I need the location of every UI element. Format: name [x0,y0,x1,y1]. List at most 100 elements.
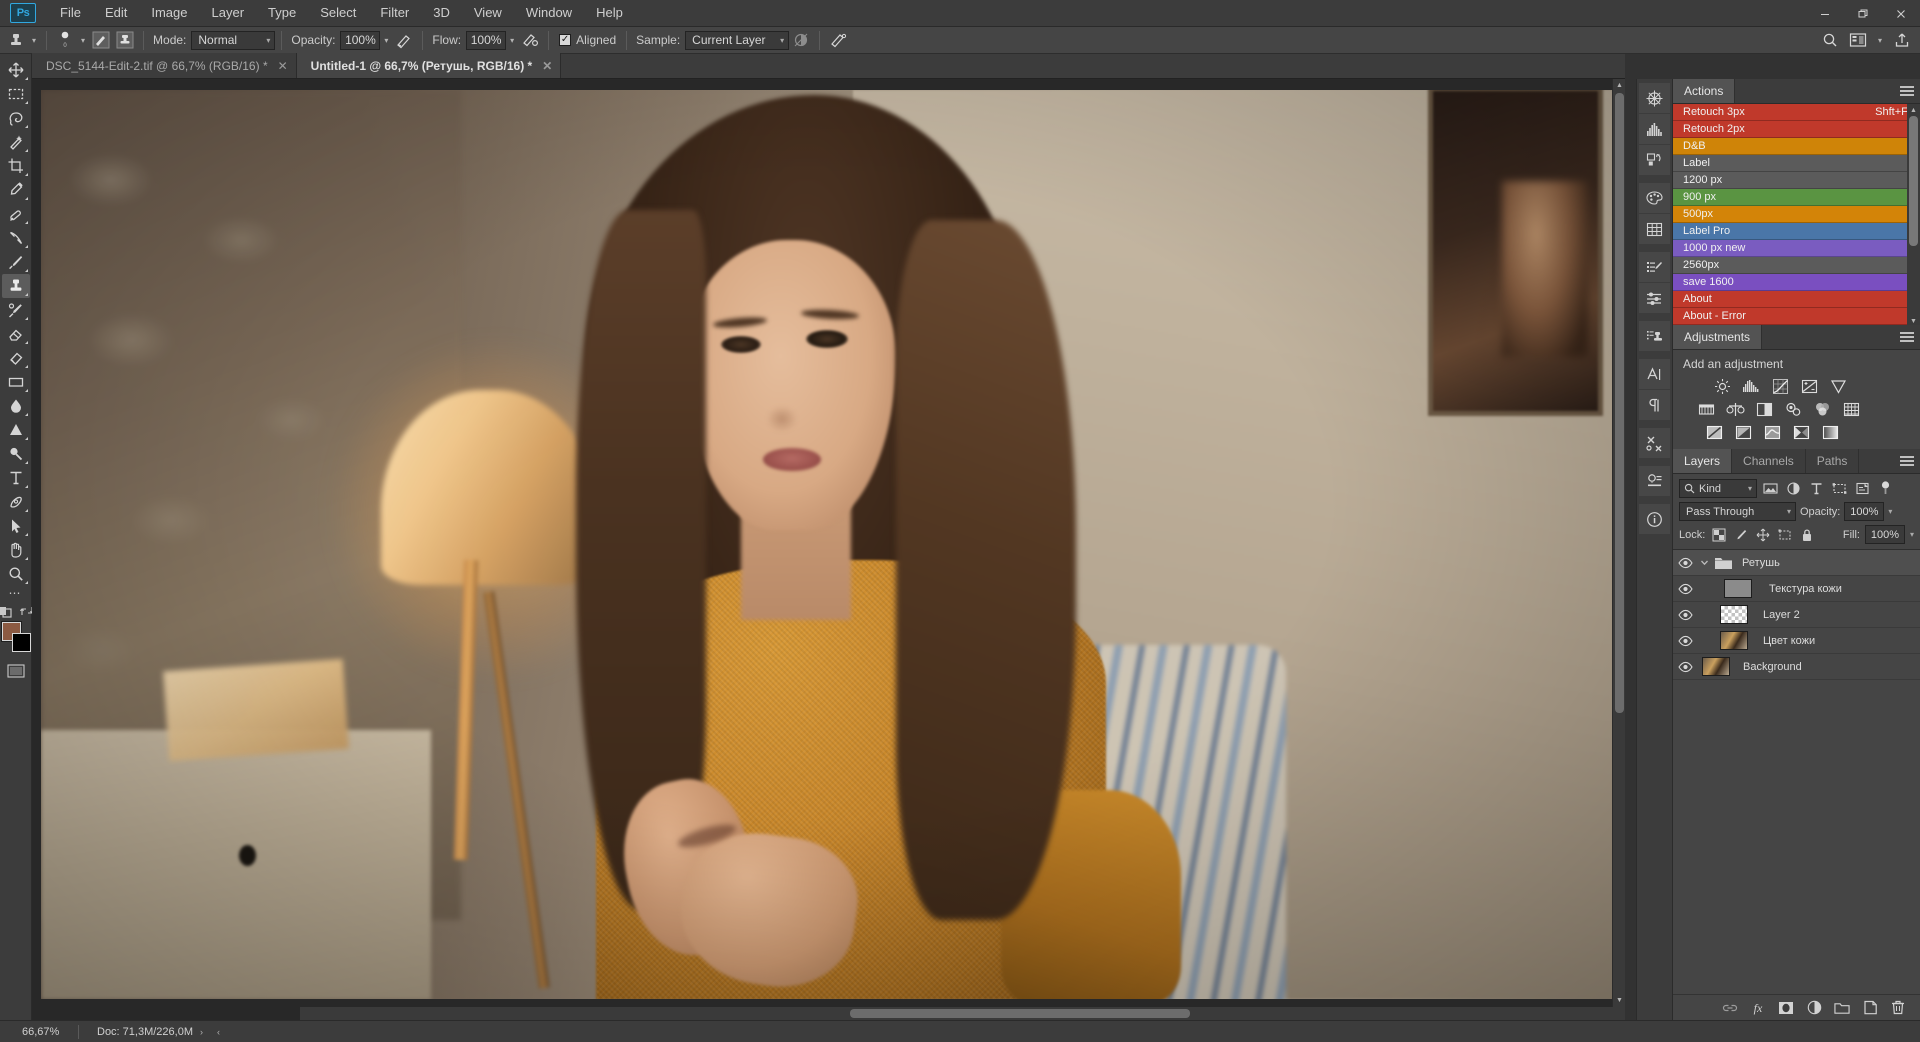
lock-all-icon[interactable] [1798,526,1815,543]
3d-panel-icon[interactable] [1639,83,1670,113]
color-lookup-icon[interactable] [1842,400,1861,418]
layer-fill-input[interactable]: 100% [1864,525,1905,544]
menu-edit[interactable]: Edit [93,1,139,25]
brush-panel-toggle-icon[interactable] [89,29,113,51]
layer-name[interactable]: Текстура кожи [1755,583,1842,595]
tool-history-brush[interactable] [2,298,30,322]
properties-icon[interactable] [1639,466,1670,496]
tool-spot-healing-brush[interactable] [2,202,30,226]
layer-row[interactable]: Ретушь [1673,550,1920,576]
menu-layer[interactable]: Layer [200,1,257,25]
filter-shape-icon[interactable] [1830,479,1849,498]
clone-source-panel-icon[interactable] [113,29,137,51]
aligned-checkbox[interactable]: ✓ [559,34,572,46]
tool-eraser[interactable] [2,322,30,346]
active-tool-icon[interactable] [4,29,28,51]
panel-menu-icon[interactable] [1900,330,1914,344]
canvas-area[interactable]: ▲ ▼ [32,79,1625,1020]
filter-power-icon[interactable] [1876,479,1895,498]
invert-icon[interactable] [1705,423,1724,441]
tab-channels[interactable]: Channels [1732,449,1806,473]
add-layer-style-icon[interactable]: fx [1750,1000,1766,1016]
menu-select[interactable]: Select [308,1,368,25]
tool-brush[interactable] [2,226,30,250]
menu-file[interactable]: File [48,1,93,25]
close-icon[interactable]: ✕ [542,59,552,73]
group-expand-toggle[interactable] [1697,558,1711,567]
tool-rectangle-shape[interactable] [2,370,30,394]
actions-scroll-thumb[interactable] [1909,116,1918,246]
tool-dodge[interactable] [2,418,30,442]
menu-3d[interactable]: 3D [421,1,462,25]
selective-color-icon[interactable] [1792,423,1811,441]
tab-actions[interactable]: Actions [1673,79,1736,103]
tool-zoom[interactable] [2,562,30,586]
workspace-icon[interactable] [1846,29,1870,51]
layer-name[interactable]: Ретушь [1735,557,1780,569]
tool-rectangular-marquee[interactable] [2,82,30,106]
link-layers-icon[interactable] [1722,1000,1738,1016]
delete-layer-icon[interactable] [1890,1000,1906,1016]
scroll-down-icon[interactable]: ▼ [1613,994,1625,1007]
menu-window[interactable]: Window [514,1,584,25]
filter-type-icon[interactable] [1807,479,1826,498]
layer-row[interactable]: Цвет кожи [1673,628,1920,654]
lock-transparent-pixels-icon[interactable] [1710,526,1727,543]
character-icon[interactable] [1639,359,1670,389]
histogram-icon[interactable] [1639,114,1670,144]
background-color-swatch[interactable] [11,633,31,652]
tool-crop[interactable] [2,154,30,178]
filter-smart-object-icon[interactable] [1853,479,1872,498]
photo-filter-icon[interactable] [1784,400,1803,418]
opacity-input[interactable]: 100% [340,30,381,50]
color-balance-icon[interactable] [1726,400,1745,418]
threshold-icon[interactable] [1763,423,1782,441]
layer-visibility-toggle[interactable] [1673,557,1697,569]
document-tab-2[interactable]: Untitled-1 @ 66,7% (Ретушь, RGB/16) * ✕ [296,53,562,78]
scroll-up-icon[interactable]: ▲ [1613,79,1625,92]
status-collapse-icon[interactable]: ‹ [210,1027,227,1037]
action-row[interactable]: Label Pro [1673,223,1920,240]
menu-type[interactable]: Type [256,1,308,25]
lock-position-icon[interactable] [1754,526,1771,543]
flow-input[interactable]: 100% [466,30,507,50]
workspace-chevron-icon[interactable]: ▾ [1874,36,1886,45]
tool-pen[interactable] [2,490,30,514]
sample-select[interactable]: Current Layer ▾ [685,30,790,50]
airbrush-toggle-icon[interactable] [518,29,542,51]
aligned-checkbox-group[interactable]: ✓ Aligned [559,33,616,47]
fill-chevron-icon[interactable]: ▾ [1910,530,1914,539]
document-tab-1[interactable]: DSC_5144-Edit-2.tif @ 66,7% (RGB/16) * ✕ [32,53,297,78]
menu-view[interactable]: View [462,1,514,25]
edit-toolbar-button[interactable]: ⋯ [9,586,23,602]
tool-path-selection[interactable] [2,514,30,538]
tool-eyedropper[interactable] [2,178,30,202]
status-expand-icon[interactable]: › [193,1027,210,1037]
actions-scrollbar[interactable]: ▲ ▼ [1907,104,1920,328]
tool-hand[interactable] [2,538,30,562]
new-group-icon[interactable] [1834,1000,1850,1016]
color-swatches[interactable] [0,621,31,654]
ignore-adjustment-layers-icon[interactable] [789,29,813,51]
restore-button[interactable] [1844,0,1882,27]
tool-quick-selection[interactable] [2,130,30,154]
action-row[interactable]: 900 px [1673,189,1920,206]
close-button[interactable] [1882,0,1920,27]
action-row[interactable]: Retouch 2px [1673,121,1920,138]
layer-kind-select[interactable]: Kind ▾ [1679,479,1757,498]
layer-visibility-toggle[interactable] [1673,609,1697,621]
tool-presets-icon[interactable] [1639,428,1670,458]
zoom-level[interactable]: 66,67% [0,1026,78,1038]
opacity-chevron-icon[interactable]: ▾ [380,36,392,45]
navigator-icon[interactable] [1639,145,1670,175]
action-row[interactable]: 500px [1673,206,1920,223]
close-icon[interactable]: ✕ [278,59,288,73]
document-canvas[interactable] [41,90,1613,999]
action-row[interactable]: Retouch 3px Shft+F2 [1673,104,1920,121]
tool-gradient[interactable] [2,346,30,370]
clone-source-icon[interactable] [1639,321,1670,351]
exposure-icon[interactable] [1800,377,1819,395]
add-layer-mask-icon[interactable] [1778,1000,1794,1016]
menu-image[interactable]: Image [139,1,199,25]
tool-move[interactable] [2,58,30,82]
